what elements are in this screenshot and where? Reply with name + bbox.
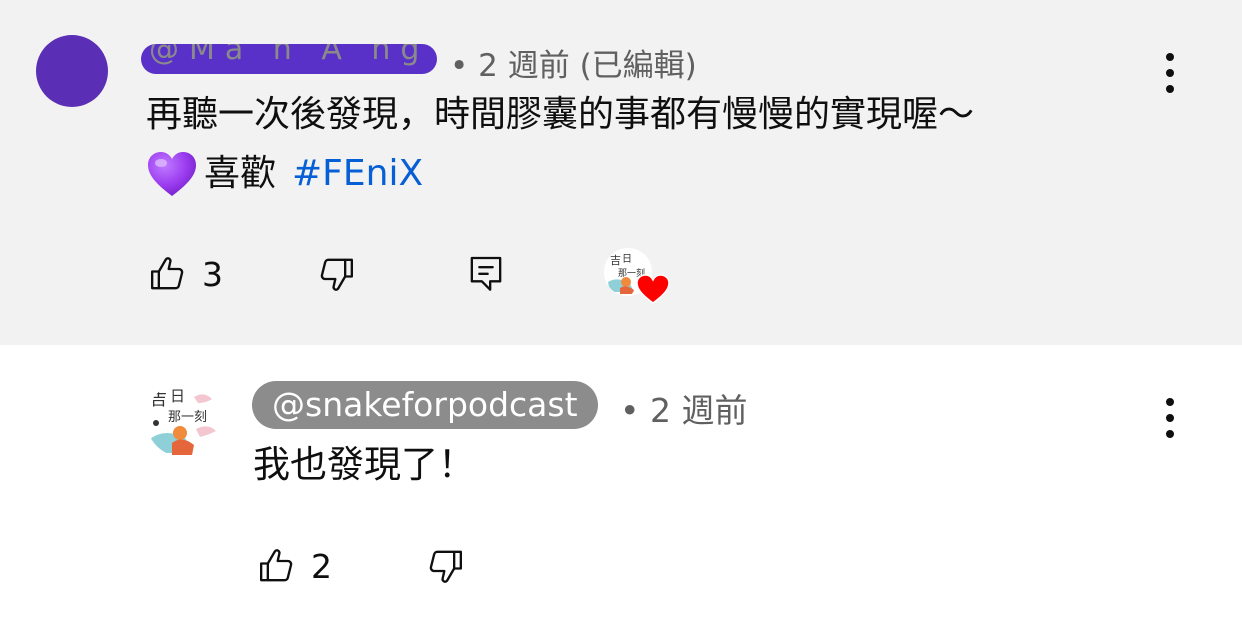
meta-separator: • [620, 391, 640, 430]
reply-icon [470, 256, 502, 291]
like-count: 3 [202, 254, 223, 294]
like-button[interactable]: 3 [148, 254, 223, 294]
reply-avatar[interactable]: 吉 日 那一刻 [146, 383, 220, 457]
thumbs-down-icon [429, 550, 462, 583]
comment-text-word: 喜歡 [204, 153, 277, 194]
svg-text:那一刻: 那一刻 [168, 410, 207, 425]
svg-text:吉: 吉 [150, 390, 167, 410]
svg-text:日: 日 [622, 254, 632, 265]
red-heart-icon [636, 274, 670, 304]
reply-text: 我也發現了！ [253, 443, 475, 486]
meta-separator: • [450, 48, 469, 84]
thumbs-up-icon [151, 257, 184, 290]
reply-author-handle[interactable]: @snakeforpodcast [252, 381, 598, 429]
comment-meta: • 2 週前 (已編輯) [450, 40, 697, 85]
purple-heart-emoji [148, 152, 196, 196]
avatar[interactable] [36, 35, 108, 107]
hashtag-link[interactable]: #FEniX [292, 150, 423, 198]
comment-thread: @Ma h A ng 425 • 2 週前 (已編輯) 再聽一次後發現，時間膠囊… [0, 0, 1242, 620]
reply-meta: • 2 週前 [620, 384, 747, 432]
comment-text-line2: 喜歡 #FEniX [146, 150, 423, 198]
reply-timestamp[interactable]: 2 週前 [650, 391, 748, 430]
comment-timestamp[interactable]: 2 週前 (已編輯) [478, 48, 697, 84]
svg-text:日: 日 [170, 387, 185, 405]
dislike-button[interactable] [316, 254, 356, 294]
more-vert-icon[interactable] [1164, 53, 1176, 93]
comment-text: 再聽一次後發現，時間膠囊的事都有慢慢的實現喔～ [146, 94, 975, 135]
more-vert-icon[interactable] [1164, 398, 1176, 438]
reply-like-button[interactable]: 2 [257, 546, 332, 586]
reply-like-count: 2 [311, 546, 332, 586]
reply-button[interactable] [466, 252, 506, 294]
svg-text:吉: 吉 [610, 254, 621, 267]
thumbs-down-icon [320, 258, 353, 291]
highlighted-comment: @Ma h A ng 425 • 2 週前 (已編輯) 再聽一次後發現，時間膠囊… [0, 0, 1242, 345]
thumbs-up-icon [260, 549, 293, 582]
author-handle-redacted[interactable]: @Ma h A ng 425 [141, 44, 437, 74]
creator-heart-icon: 吉 日 那一刻 [604, 248, 670, 306]
reply-dislike-button[interactable] [425, 546, 465, 586]
